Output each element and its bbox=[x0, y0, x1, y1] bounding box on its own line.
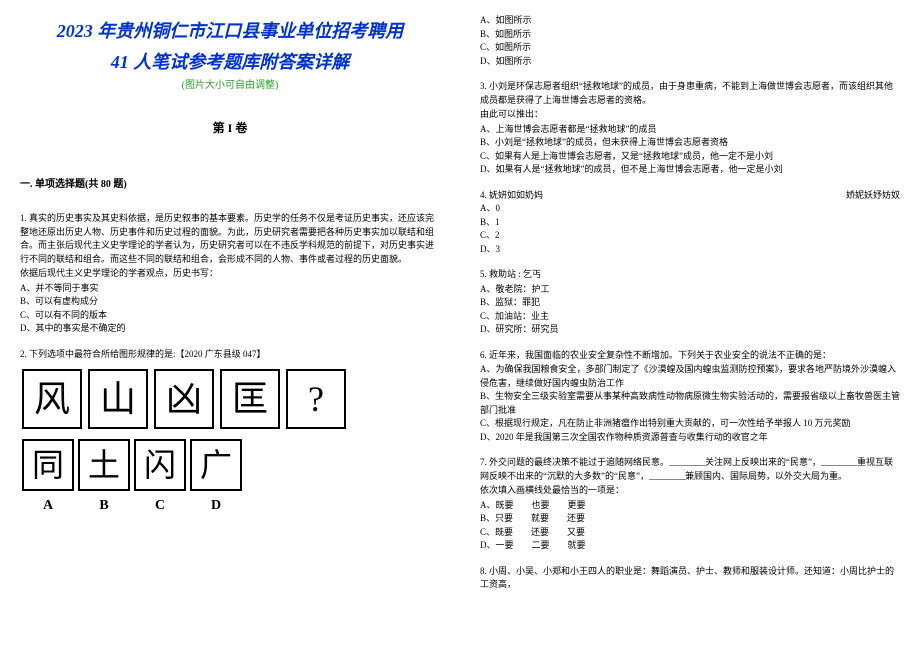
q3-option-a: A、上海世博会志愿者都是“拯救地球”的成员 bbox=[480, 123, 900, 137]
q2-figure-row1: 风 山 凶 匡 ? bbox=[22, 369, 440, 429]
q2-box: 广 bbox=[190, 439, 242, 491]
q5-option-c: C、加油站：业主 bbox=[480, 310, 900, 324]
question-2: 2. 下列选项中最符合所给图形规律的是:【2020 广东县级 047】 风 山 … bbox=[20, 348, 440, 517]
image-resize-note: (图片大小可自由调整) bbox=[20, 78, 440, 93]
q2-label-a: A bbox=[22, 495, 74, 516]
orphan-options-top: A、如图所示 B、如图所示 C、如图所示 D、如图所示 bbox=[480, 14, 900, 68]
doc-title-line1: 2023 年贵州铜仁市江口县事业单位招考聘用 bbox=[20, 18, 440, 45]
q6-option-d: D、2020 年是我国第三次全国农作物种质资源普查与收集行动的收官之年 bbox=[480, 431, 900, 445]
right-column: A、如图所示 B、如图所示 C、如图所示 D、如图所示 3. 小刘是环保志愿者组… bbox=[460, 0, 920, 651]
q3-option-c: C、如果有人是上海世博会志愿者，又是“拯救地球”成员，他一定不是小刘 bbox=[480, 150, 900, 164]
q2-box: 风 bbox=[22, 369, 82, 429]
q2-label-d: D bbox=[190, 495, 242, 516]
q2-option-labels: A B C D bbox=[22, 495, 440, 516]
q2-box: 闪 bbox=[134, 439, 186, 491]
orphan-option-d: D、如图所示 bbox=[480, 55, 900, 69]
q4-stem-row: 4. 妩妍如如奶妈 娇妮妖妤妨奴 bbox=[480, 189, 900, 203]
q1-lead: 依据后现代主义史学理论的学者观点，历史书写： bbox=[20, 267, 440, 281]
q7-option-d: D、一要 二要 就要 bbox=[480, 539, 900, 553]
question-3: 3. 小刘是环保志愿者组织“拯救地球”的成员，由于身患重病，不能到上海做世博会志… bbox=[480, 80, 900, 177]
q2-box: 同 bbox=[22, 439, 74, 491]
q7-option-c: C、既要 还要 又要 bbox=[480, 526, 900, 540]
left-column: 2023 年贵州铜仁市江口县事业单位招考聘用 41 人笔试参考题库附答案详解 (… bbox=[0, 0, 460, 651]
q2-box: 匡 bbox=[220, 369, 280, 429]
orphan-option-b: B、如图所示 bbox=[480, 28, 900, 42]
q4-option-b: B、1 bbox=[480, 216, 900, 230]
question-4: 4. 妩妍如如奶妈 娇妮妖妤妨奴 A、0 B、1 C、2 D、3 bbox=[480, 189, 900, 257]
q2-stem: 2. 下列选项中最符合所给图形规律的是:【2020 广东县级 047】 bbox=[20, 348, 440, 362]
question-5: 5. 救助站 : 乞丐 A、敬老院：护工 B、监狱：罪犯 C、加油站：业主 D、… bbox=[480, 268, 900, 337]
q7-lead: 依次填入画横线处最恰当的一项是： bbox=[480, 484, 900, 498]
q3-lead: 由此可以推出： bbox=[480, 108, 900, 122]
q4-option-c: C、2 bbox=[480, 229, 900, 243]
q4-left: 4. 妩妍如如奶妈 bbox=[480, 189, 543, 203]
q3-stem: 3. 小刘是环保志愿者组织“拯救地球”的成员，由于身患重病，不能到上海做世博会志… bbox=[480, 80, 900, 107]
q2-box: 土 bbox=[78, 439, 130, 491]
q5-stem: 5. 救助站 : 乞丐 bbox=[480, 268, 900, 282]
q2-figure-row2: 同 土 闪 广 bbox=[22, 439, 440, 491]
q1-option-a: A、并不等同于事实 bbox=[20, 282, 440, 296]
q5-option-a: A、敬老院：护工 bbox=[480, 283, 900, 297]
section-1-heading: 一. 单项选择题(共 80 题) bbox=[20, 177, 440, 192]
orphan-option-a: A、如图所示 bbox=[480, 14, 900, 28]
q6-option-a: A、为确保我国粮食安全，多部门制定了《沙漠蝗及国内蝗虫监测防控预案》，要求各地严… bbox=[480, 363, 900, 390]
q2-figure: 风 山 凶 匡 ? 同 土 闪 广 A B C D bbox=[22, 369, 440, 516]
q4-option-d: D、3 bbox=[480, 243, 900, 257]
q1-stem: 1. 真实的历史事实及其史料依据，是历史叙事的基本要素。历史学的任务不仅是考证历… bbox=[20, 212, 440, 266]
q3-option-d: D、如果有人是“拯救地球”的成员，但不是上海世博会志愿者，他一定是小刘 bbox=[480, 163, 900, 177]
q2-box: ? bbox=[286, 369, 346, 429]
q7-stem: 7. 外交问题的最终决策不能过于追随网络民意。________关注网上反映出来的… bbox=[480, 456, 900, 483]
q7-option-b: B、只要 就要 还要 bbox=[480, 512, 900, 526]
q2-label-c: C bbox=[134, 495, 186, 516]
volume-heading: 第 I 卷 bbox=[20, 119, 440, 137]
q1-option-b: B、可以有虚构成分 bbox=[20, 295, 440, 309]
q5-option-b: B、监狱：罪犯 bbox=[480, 296, 900, 310]
q6-option-b: B、生物安全三级实验室需要从事某种高致病性动物病原微生物实验活动的，需要报省级以… bbox=[480, 390, 900, 417]
q8-stem: 8. 小周、小吴、小郑和小王四人的职业是：舞蹈演员、护士、教师和服装设计师。还知… bbox=[480, 565, 900, 592]
q2-box: 山 bbox=[88, 369, 148, 429]
question-7: 7. 外交问题的最终决策不能过于追随网络民意。________关注网上反映出来的… bbox=[480, 456, 900, 553]
question-8: 8. 小周、小吴、小郑和小王四人的职业是：舞蹈演员、护士、教师和服装设计师。还知… bbox=[480, 565, 900, 592]
q7-option-a: A、既要 也要 更要 bbox=[480, 499, 900, 513]
question-6: 6. 近年来，我国面临的农业安全复杂性不断增加。下列关于农业安全的说法不正确的是… bbox=[480, 349, 900, 445]
orphan-option-c: C、如图所示 bbox=[480, 41, 900, 55]
q6-stem: 6. 近年来，我国面临的农业安全复杂性不断增加。下列关于农业安全的说法不正确的是… bbox=[480, 349, 900, 363]
q2-label-b: B bbox=[78, 495, 130, 516]
q5-option-d: D、研究所：研究员 bbox=[480, 323, 900, 337]
q4-option-a: A、0 bbox=[480, 202, 900, 216]
doc-title-line2: 41 人笔试参考题库附答案详解 bbox=[20, 49, 440, 76]
q1-option-c: C、可以有不同的版本 bbox=[20, 309, 440, 323]
q6-option-c: C、根据现行规定，凡在防止非洲猪瘟作出特别重大贡献的，可一次性给予举报人 10 … bbox=[480, 417, 900, 431]
q3-option-b: B、小刘是“拯救地球”的成员，但未获得上海世博会志愿者资格 bbox=[480, 136, 900, 150]
q1-option-d: D、其中的事实是不确定的 bbox=[20, 322, 440, 336]
question-1: 1. 真实的历史事实及其史料依据，是历史叙事的基本要素。历史学的任务不仅是考证历… bbox=[20, 212, 440, 336]
q2-box: 凶 bbox=[154, 369, 214, 429]
q4-right: 娇妮妖妤妨奴 bbox=[846, 189, 900, 203]
